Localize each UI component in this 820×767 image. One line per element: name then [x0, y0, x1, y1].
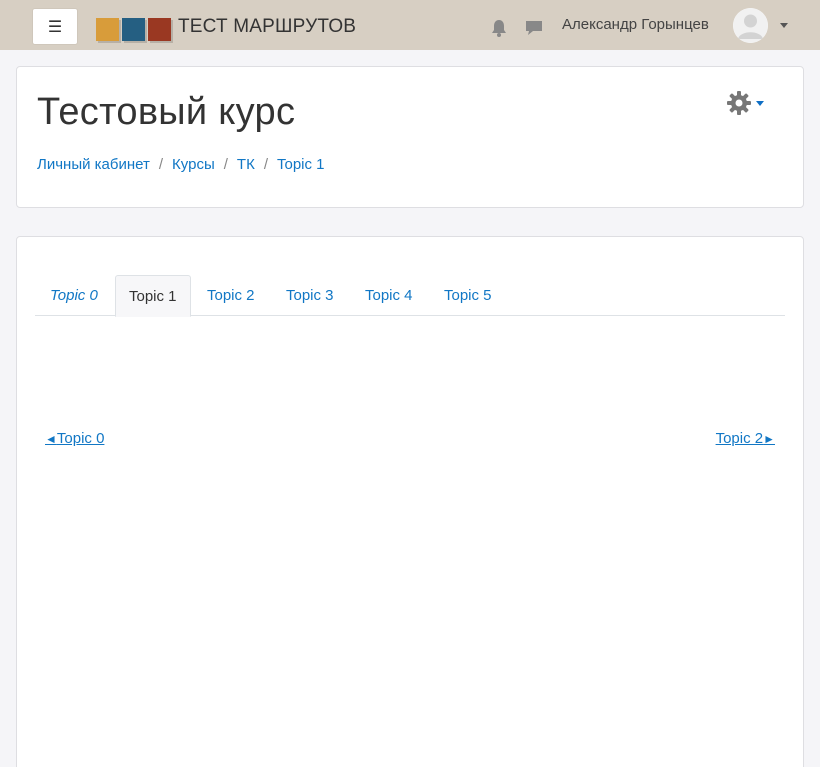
- user-menu-caret-icon[interactable]: [780, 23, 788, 28]
- chat-icon[interactable]: [525, 19, 543, 37]
- breadcrumb-separator: /: [158, 156, 164, 173]
- breadcrumb: Личный кабинет / Курсы / ТК / Topic 1: [37, 156, 325, 173]
- topic-tabs: Topic 0 Topic 1 Topic 2 Topic 3 Topic 4 …: [35, 275, 785, 317]
- course-header: Тестовый курс Личный кабинет / Курсы / Т…: [16, 66, 804, 208]
- next-section-link[interactable]: Topic 2►: [716, 430, 775, 447]
- breadcrumb-dashboard[interactable]: Личный кабинет: [37, 156, 150, 173]
- previous-section-link[interactable]: ◄Topic 0: [45, 430, 104, 447]
- tab-topic-2[interactable]: Topic 2: [194, 275, 268, 317]
- next-section-label: Topic 2: [715, 430, 764, 447]
- avatar[interactable]: [733, 8, 768, 43]
- logo-square-blue[interactable]: [122, 18, 145, 41]
- logo-square-red[interactable]: [148, 18, 171, 41]
- breadcrumb-separator: /: [263, 156, 268, 173]
- breadcrumb-courses[interactable]: Курсы: [172, 156, 215, 173]
- tab-topic-3[interactable]: Topic 3: [273, 275, 347, 317]
- breadcrumb-course[interactable]: ТК: [237, 156, 255, 173]
- top-navbar: ☰ ТЕСТ МАРШРУТОВ Александр Горынцев: [0, 0, 820, 50]
- tab-topic-1[interactable]: Topic 1: [115, 275, 191, 317]
- previous-section-label: Topic 0: [56, 430, 105, 447]
- user-avatar-icon: [733, 8, 768, 43]
- tab-topic-0[interactable]: Topic 0: [37, 275, 111, 317]
- bell-icon[interactable]: [491, 19, 507, 37]
- logo-square-orange[interactable]: [96, 18, 119, 41]
- menu-toggle-button[interactable]: ☰: [32, 8, 78, 45]
- tab-topic-5[interactable]: Topic 5: [431, 275, 505, 317]
- settings-caret-icon[interactable]: [756, 101, 764, 106]
- arrow-right-icon: ►: [763, 432, 775, 446]
- breadcrumb-topic[interactable]: Topic 1: [277, 156, 325, 173]
- site-title[interactable]: ТЕСТ МАРШРУТОВ: [178, 16, 356, 38]
- hamburger-icon: ☰: [47, 18, 63, 36]
- gear-icon[interactable]: [726, 90, 752, 116]
- arrow-left-icon: ◄: [45, 432, 57, 446]
- page-title: Тестовый курс: [37, 91, 296, 133]
- user-name[interactable]: Александр Горынцев: [562, 16, 709, 33]
- breadcrumb-separator: /: [223, 156, 228, 173]
- course-content: Topic 0 Topic 1 Topic 2 Topic 3 Topic 4 …: [16, 236, 804, 767]
- tab-topic-4[interactable]: Topic 4: [352, 275, 426, 317]
